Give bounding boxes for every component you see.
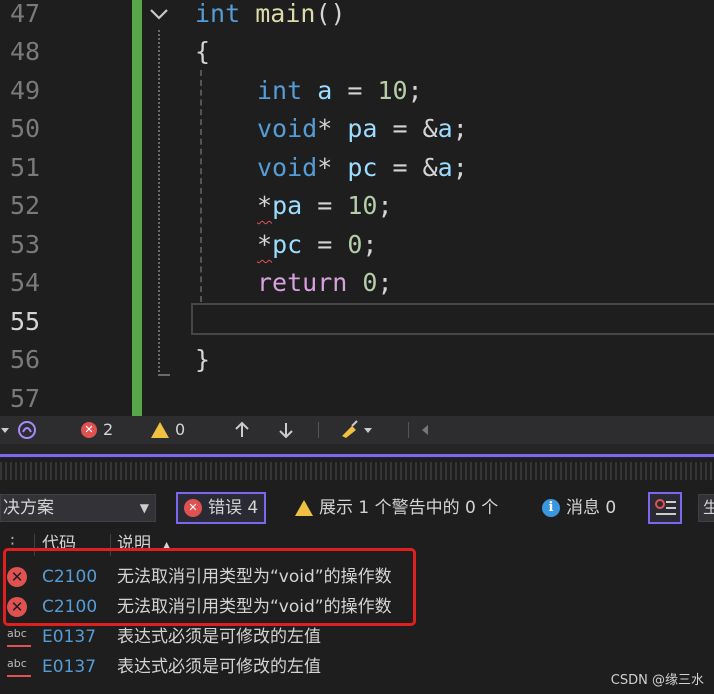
line-number: 52 (10, 191, 41, 220)
change-indicator-bar (132, 0, 142, 416)
error-code[interactable]: E0137 (42, 652, 96, 682)
warnings-filter-label: 展示 1 个警告中的 0 个 (319, 498, 499, 518)
cleanup-brush-icon[interactable] (338, 416, 374, 444)
line-number: 47 (10, 0, 41, 28)
error-code[interactable]: E0137 (42, 622, 96, 652)
warning-count: 0 (175, 420, 186, 439)
watermark: CSDN @缘三水 (610, 673, 704, 688)
errors-filter-button[interactable]: ✕ 错误 4 (176, 492, 267, 524)
collapse-chevron-icon[interactable] (148, 4, 168, 24)
scroll-left-icon[interactable] (420, 416, 430, 444)
code-line-53: *pc = 0; (257, 230, 378, 259)
arrow-up-icon[interactable] (234, 416, 250, 444)
info-icon: i (542, 499, 560, 517)
error-icon: ✕ (184, 499, 202, 517)
code-line-51: void* pc = &a; (257, 153, 468, 182)
scope-dropdown[interactable]: 决方案 ▼ (0, 494, 156, 522)
line-number: 56 (10, 345, 41, 374)
error-icon: ✕ (81, 422, 97, 438)
warning-icon (295, 500, 313, 516)
messages-filter-label: 消息 0 (566, 498, 617, 518)
line-number: 57 (10, 384, 41, 413)
error-count-indicator[interactable]: ✕ 2 (81, 416, 113, 444)
error-list-toolbar: 决方案 ▼ ✕ 错误 4 展示 1 个警告中的 0 个 i 消息 0 生 (0, 492, 714, 524)
error-squiggle: * (257, 191, 273, 220)
code-editor[interactable]: 47 48 49 50 51 52 53 54 55 56 57 int mai… (0, 0, 714, 416)
line-number: 51 (10, 153, 41, 182)
errors-filter-label: 错误 4 (208, 498, 259, 518)
error-row[interactable]: abc E0137 表达式必须是可修改的左值 (0, 652, 714, 682)
error-squiggle: * (257, 230, 273, 259)
intellisense-error-icon: abc (7, 627, 31, 647)
fold-guide-end (158, 374, 170, 376)
error-description: 表达式必须是可修改的左值 (117, 657, 321, 677)
code-line-47: int main() (195, 0, 346, 28)
intellicode-icon[interactable] (16, 416, 38, 444)
code-line-52: *pa = 10; (257, 191, 393, 220)
dropdown-arrow-icon[interactable] (0, 416, 10, 444)
error-row[interactable]: abc E0137 表达式必须是可修改的左值 (0, 622, 714, 652)
code-line-50: void* pa = &a; (257, 114, 468, 143)
chevron-down-icon: ▼ (139, 501, 149, 515)
scope-indent-guide (200, 70, 202, 302)
panel-focus-accent (0, 454, 714, 457)
annotation-highlight-box (3, 548, 416, 626)
line-number: 54 (10, 268, 41, 297)
divider (318, 422, 319, 438)
current-line-highlight (191, 303, 714, 335)
divider (408, 422, 409, 438)
line-number: 49 (10, 76, 41, 105)
line-number-active: 55 (10, 307, 41, 336)
line-number: 50 (10, 114, 41, 143)
error-description: 表达式必须是可修改的左值 (117, 627, 321, 647)
editor-status-bar: ✕ 2 0 (0, 416, 714, 444)
warning-count-indicator[interactable]: 0 (151, 416, 185, 444)
warning-icon (151, 422, 169, 438)
code-line-48: { (195, 37, 211, 66)
filter-toggle-button[interactable] (648, 492, 682, 524)
intellisense-error-icon: abc (7, 657, 31, 677)
code-line-56: } (195, 345, 211, 374)
line-number: 53 (10, 230, 41, 259)
scope-dropdown-value: 决方案 (3, 498, 54, 518)
panel-grip[interactable] (0, 462, 714, 480)
arrow-down-icon[interactable] (278, 416, 294, 444)
messages-filter-button[interactable]: i 消息 0 (542, 492, 616, 524)
line-number: 48 (10, 37, 41, 66)
error-count: 2 (103, 420, 114, 439)
warnings-filter-button[interactable]: 展示 1 个警告中的 0 个 (295, 492, 498, 524)
build-source-dropdown[interactable]: 生 (698, 494, 714, 522)
code-line-54: return 0; (257, 268, 393, 297)
fold-guide-line (158, 30, 162, 376)
filter-icon (655, 499, 676, 515)
code-line-49: int a = 10; (257, 76, 423, 105)
